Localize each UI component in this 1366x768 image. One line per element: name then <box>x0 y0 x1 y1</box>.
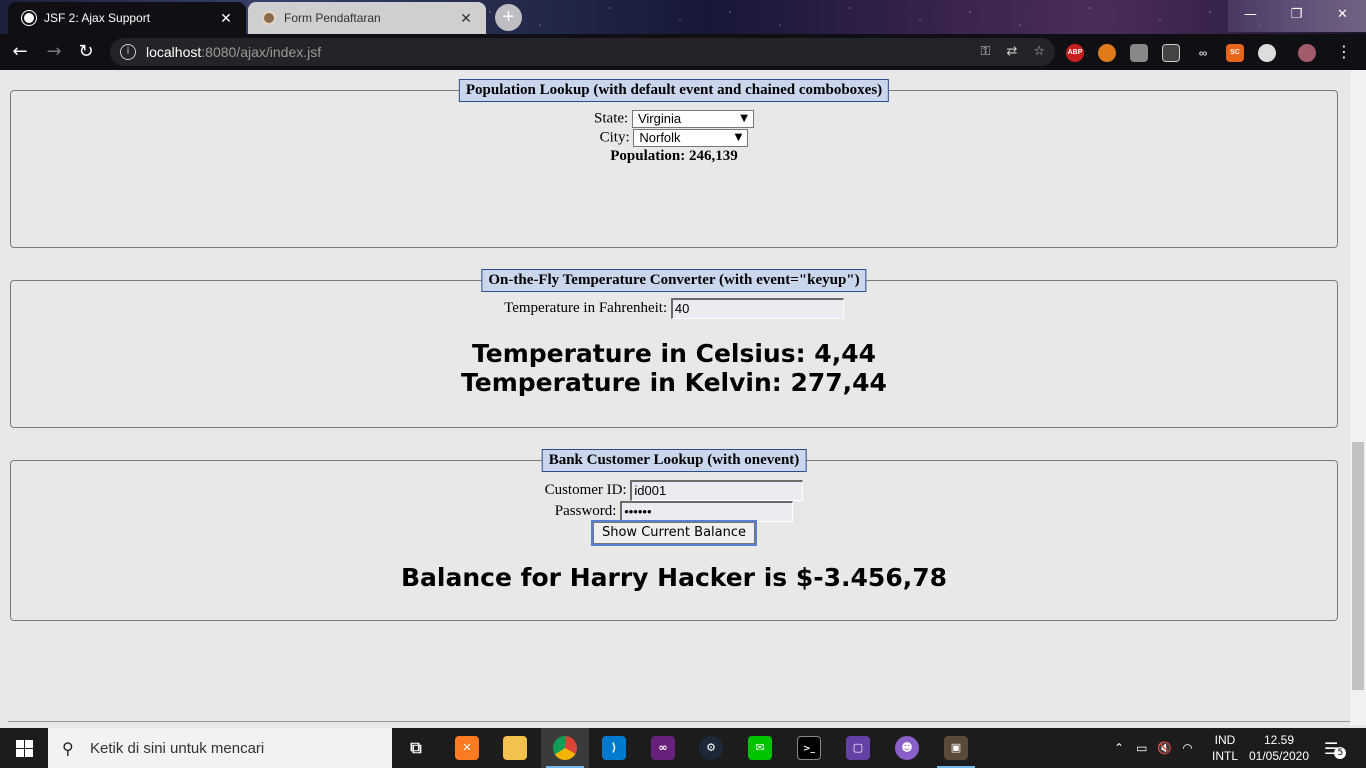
key-icon[interactable]: ⚿ <box>981 44 991 59</box>
reload-icon[interactable]: ↻ <box>72 38 100 66</box>
fahrenheit-input[interactable]: 40 <box>670 298 844 319</box>
city-label: City: <box>599 129 630 146</box>
fahrenheit-row: Temperature in Fahrenheit: 40 <box>11 298 1337 319</box>
tab-close-icon[interactable]: ✕ <box>456 10 476 27</box>
fahrenheit-label: Temperature in Fahrenheit: <box>504 299 668 316</box>
task-view-icon[interactable]: ⧉ <box>404 736 428 760</box>
windows-start-icon[interactable] <box>0 728 48 768</box>
balance-result: Balance for Harry Hacker is $-3.456,78 <box>400 563 948 592</box>
vscode-icon[interactable]: ⟩ <box>602 736 626 760</box>
state-row: State: Virginia ▼ <box>11 110 1337 128</box>
dropdown-arrow-icon: ▼ <box>734 132 743 143</box>
windows-taskbar: ⚲ Ketik di sini untuk mencari ⧉ ✕ ⟩ ∞ ⚙ … <box>0 728 1366 768</box>
password-input[interactable]: •••••• <box>620 501 794 522</box>
tab-title: Form Pendaftaran <box>284 11 381 25</box>
celsius-result: Temperature in Celsius: 4,44 <box>472 339 876 368</box>
volume-muted-icon[interactable]: 🔇 <box>1157 741 1172 755</box>
state-select[interactable]: Virginia ▼ <box>631 110 754 128</box>
page-bottom-divider <box>8 721 1350 722</box>
state-label: State: <box>594 110 629 127</box>
tab-jsf-ajax[interactable]: JSF 2: Ajax Support ✕ <box>8 2 246 34</box>
chrome-icon[interactable] <box>553 736 577 760</box>
translate-icon[interactable]: ⇄ <box>1006 44 1017 59</box>
wifi-icon[interactable]: ◠ <box>1182 741 1192 755</box>
taskbar-search-placeholder: Ketik di sini untuk mencari <box>90 739 265 757</box>
city-row: City: Norfolk ▼ <box>11 129 1337 147</box>
xampp-icon[interactable]: ✕ <box>455 736 479 760</box>
vertical-scrollbar[interactable] <box>1350 70 1366 725</box>
system-tray: ⌃ ▭ 🔇 ◠ <box>1114 728 1193 768</box>
clock-date: 01/05/2020 <box>1248 749 1310 763</box>
city-selected-value: Norfolk <box>639 130 681 145</box>
forward-arrow-icon[interactable]: → <box>40 38 68 66</box>
scrollbar-thumb[interactable] <box>1352 442 1364 690</box>
extension-window-icon[interactable] <box>1162 44 1180 62</box>
url-host: localhost <box>146 44 202 60</box>
github-desktop-icon[interactable]: ☻ <box>895 736 919 760</box>
url-path: :8080/ajax/index.jsf <box>201 44 322 60</box>
customer-id-input[interactable]: id001 <box>630 480 804 501</box>
bank-legend: Bank Customer Lookup (with onevent) <box>541 449 807 472</box>
profile-avatar[interactable] <box>1298 44 1316 62</box>
new-tab-button[interactable]: + <box>495 4 522 31</box>
address-bar[interactable]: i localhost:8080/ajax/index.jsf ⚿ ⇄ ☆ <box>110 38 1055 66</box>
city-select[interactable]: Norfolk ▼ <box>633 129 749 147</box>
notification-count-badge: 5 <box>1334 747 1347 759</box>
taskbar-search-box[interactable]: ⚲ Ketik di sini untuk mencari <box>48 728 392 768</box>
browser-toolbar: ← → ↻ i localhost:8080/ajax/index.jsf ⚿ … <box>0 34 1366 70</box>
tab-strip: JSF 2: Ajax Support ✕ Form Pendaftaran ✕… <box>0 0 1366 34</box>
notification-center-icon[interactable]: ☰ 5 <box>1324 728 1347 768</box>
bookmark-star-icon[interactable]: ☆ <box>1033 44 1045 59</box>
tray-chevron-up-icon[interactable]: ⌃ <box>1114 741 1124 755</box>
tab-close-icon[interactable]: ✕ <box>216 10 236 27</box>
line-icon[interactable]: ✉ <box>748 736 772 760</box>
game-app-icon[interactable]: ▣ <box>944 736 968 760</box>
temperature-converter-panel: On-the-Fly Temperature Converter (with e… <box>10 269 1338 428</box>
temperature-legend: On-the-Fly Temperature Converter (with e… <box>481 269 867 292</box>
visual-studio-icon[interactable]: ∞ <box>651 736 675 760</box>
tab-title: JSF 2: Ajax Support <box>44 11 151 25</box>
extension-infinity-icon[interactable]: ∞ <box>1194 44 1212 62</box>
population-legend: Population Lookup (with default event an… <box>458 79 890 102</box>
tab-form-pendaftaran[interactable]: Form Pendaftaran ✕ <box>248 2 486 34</box>
population-result: Population: 246,139 <box>610 148 738 164</box>
globe-icon <box>22 11 36 25</box>
customer-id-label: Customer ID: <box>544 481 627 498</box>
button-row: Show Current Balance <box>11 520 1337 546</box>
site-favicon-icon <box>262 11 276 25</box>
search-icon: ⚲ <box>62 738 74 758</box>
state-selected-value: Virginia <box>637 111 682 126</box>
population-lookup-panel: Population Lookup (with default event an… <box>10 79 1338 248</box>
back-arrow-icon[interactable]: ← <box>6 38 34 66</box>
clock-time: 12.59 <box>1263 733 1295 747</box>
terminal-icon[interactable]: >_ <box>797 736 821 760</box>
steam-icon[interactable]: ⚙ <box>699 736 723 760</box>
password-label: Password: <box>554 502 617 519</box>
language-code: IND <box>1214 733 1236 747</box>
dropdown-arrow-icon: ▼ <box>740 113 748 124</box>
show-balance-button[interactable]: Show Current Balance <box>590 520 758 546</box>
extension-orange-icon[interactable] <box>1098 44 1116 62</box>
adblock-icon[interactable]: ABP <box>1066 44 1084 62</box>
menu-kebab-icon[interactable]: ⋮ <box>1330 38 1358 66</box>
site-info-icon[interactable]: i <box>120 44 136 60</box>
extension-sc-icon[interactable]: SC <box>1226 44 1244 62</box>
restore-icon[interactable]: ❐ <box>1274 0 1319 32</box>
minimize-icon[interactable]: — <box>1228 0 1273 32</box>
taskbar-clock[interactable]: 12.59 01/05/2020 <box>1244 732 1314 764</box>
page-content: Population Lookup (with default event an… <box>0 70 1350 725</box>
file-explorer-icon[interactable] <box>503 736 527 760</box>
customer-id-row: Customer ID: id001 <box>11 480 1337 501</box>
close-window-icon[interactable]: ✕ <box>1320 0 1365 32</box>
extension-circle-icon[interactable] <box>1258 44 1276 62</box>
extension-gray-icon[interactable] <box>1130 44 1148 62</box>
keyboard-layout: INTL <box>1211 749 1238 763</box>
password-row: Password: •••••• <box>11 501 1337 522</box>
language-indicator[interactable]: IND INTL <box>1210 732 1240 764</box>
bank-customer-panel: Bank Customer Lookup (with onevent) Cust… <box>10 449 1338 621</box>
twitch-icon[interactable]: ▢ <box>846 736 870 760</box>
battery-icon[interactable]: ▭ <box>1136 741 1147 755</box>
kelvin-result: Temperature in Kelvin: 277,44 <box>461 368 887 397</box>
